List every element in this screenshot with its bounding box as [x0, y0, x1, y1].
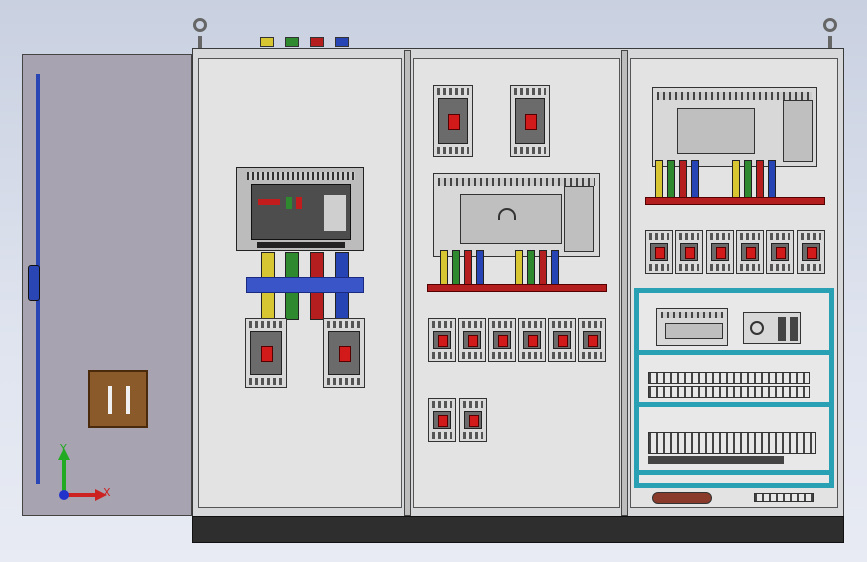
- cabinet-plinth: [192, 516, 844, 543]
- door-document-pocket: [88, 370, 148, 428]
- terminal-strip-2: [648, 386, 810, 398]
- right-dropper-5: [732, 160, 740, 200]
- breaker-mid-row-5: [548, 318, 576, 362]
- divider-2: [621, 50, 628, 516]
- right-controller: [652, 87, 817, 167]
- mid-busbar-red: [427, 284, 607, 292]
- right-dropper-7: [756, 160, 764, 200]
- right-dropper-3: [679, 160, 687, 200]
- terminal-strip-4: [648, 456, 784, 464]
- breaker-mid-row-1: [428, 318, 456, 362]
- power-supply: [743, 312, 801, 344]
- breaker-mid-low-1: [428, 398, 456, 442]
- right-busbar-red: [645, 197, 825, 205]
- breaker-right-row-5: [766, 230, 794, 274]
- breaker-right-row-6: [797, 230, 825, 274]
- gland-yellow: [260, 37, 274, 47]
- breaker-right-row-1: [645, 230, 673, 274]
- breaker-mid-low-2: [459, 398, 487, 442]
- right-dropper-8: [768, 160, 776, 200]
- right-dropper-6: [744, 160, 752, 200]
- terminal-strip-1: [648, 372, 810, 384]
- gland-red: [310, 37, 324, 47]
- breaker-mid-row-4: [518, 318, 546, 362]
- breaker-right-row-2: [675, 230, 703, 274]
- gland-green: [285, 37, 299, 47]
- divider-1: [404, 50, 411, 516]
- eyebolt-right-icon: [823, 18, 837, 32]
- breaker-right-row-4: [736, 230, 764, 274]
- breaker-mid-row-2: [458, 318, 486, 362]
- bottom-terminal-block: [652, 492, 712, 504]
- breaker-right-row-3: [706, 230, 734, 274]
- mid-controller: [433, 173, 600, 257]
- door-lock-handle: [28, 265, 40, 301]
- mid-controller-logo-icon: [498, 208, 516, 220]
- busbar-horizontal-left: [246, 277, 364, 293]
- gland-blue: [335, 37, 349, 47]
- axis-y-label: Y: [59, 442, 67, 455]
- eyebolt-left-icon: [193, 18, 207, 32]
- breaker-mid-top-1: [433, 85, 473, 157]
- breaker-left-2: [323, 318, 365, 388]
- breaker-mid-row-6: [578, 318, 606, 362]
- right-dropper-1: [655, 160, 663, 200]
- bottom-terminal-strip: [754, 493, 814, 502]
- terminal-strip-3: [648, 432, 816, 454]
- right-dropper-4: [691, 160, 699, 200]
- small-plc: [656, 308, 728, 346]
- axis-x-label: X: [103, 486, 111, 499]
- breaker-mid-row-3: [488, 318, 516, 362]
- breaker-mid-top-2: [510, 85, 550, 157]
- breaker-left-1: [245, 318, 287, 388]
- right-dropper-2: [667, 160, 675, 200]
- main-breaker: [236, 167, 364, 251]
- axis-triad-icon: Y X: [58, 442, 111, 501]
